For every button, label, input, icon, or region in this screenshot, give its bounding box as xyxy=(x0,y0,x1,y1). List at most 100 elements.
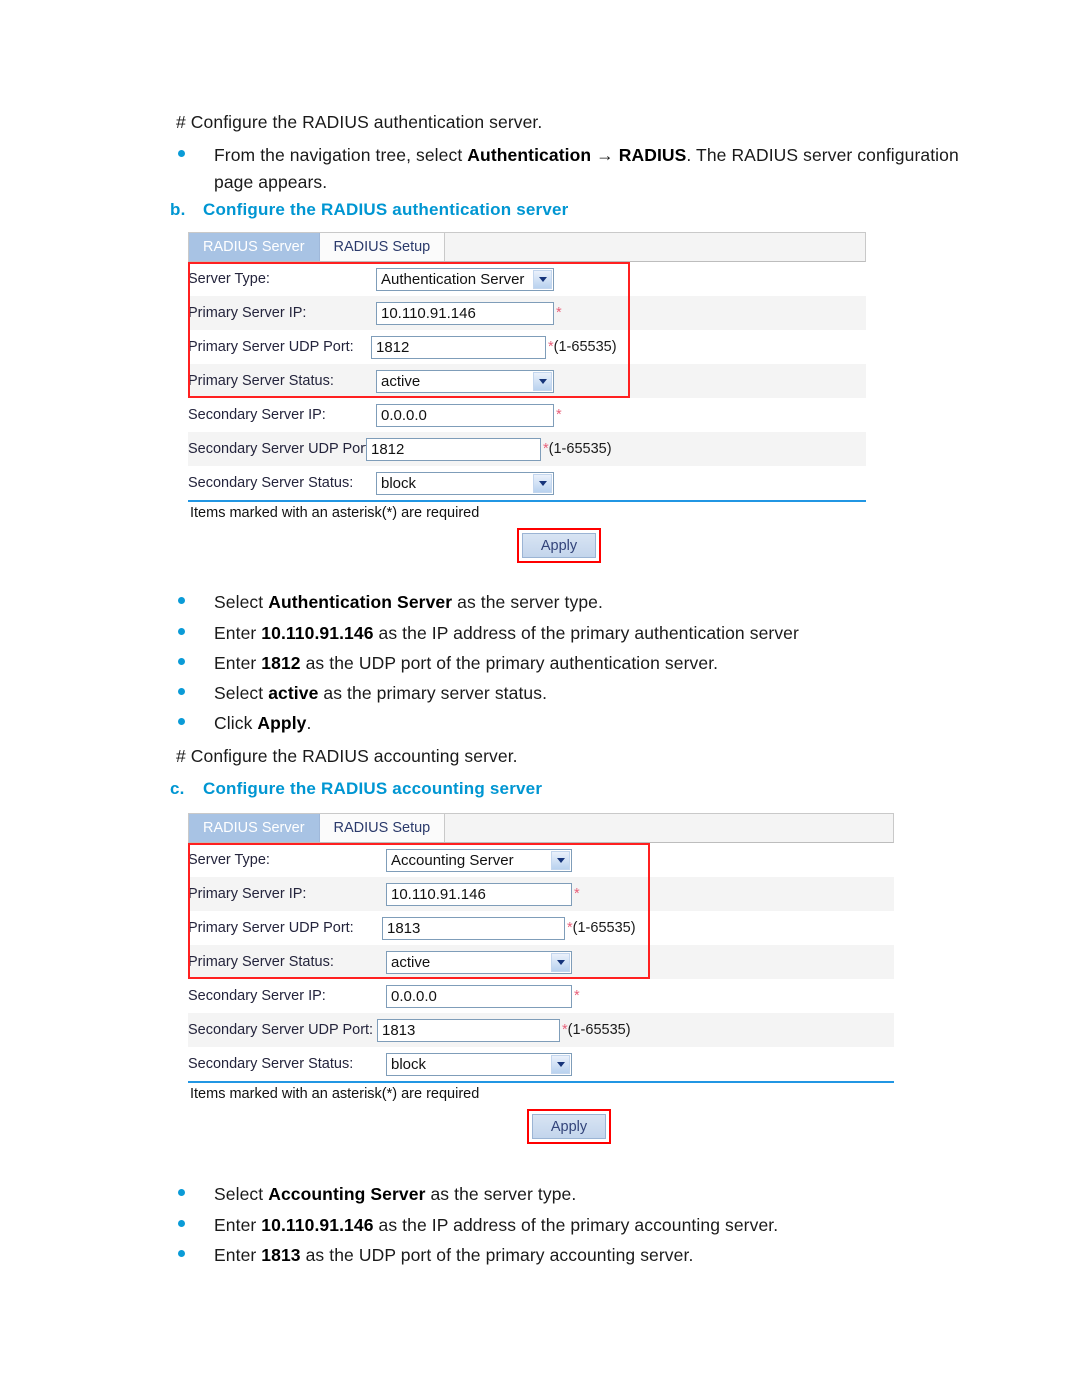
radius-auth-screenshot: RADIUS Server RADIUS Setup Server Type: … xyxy=(188,232,866,563)
acct-step-2-strong: 10.110.91.146 xyxy=(261,1215,374,1235)
acct-step-1-strong: Accounting Server xyxy=(268,1184,426,1204)
label-server-type-auth: Server Type: xyxy=(188,271,270,287)
select-server-type-acct[interactable]: Accounting Server xyxy=(386,848,572,872)
table-row: Primary Server Status: active xyxy=(188,364,866,398)
step-heading-c: c. Configure the RADIUS accounting server xyxy=(170,779,542,799)
tabstrip-filler-auth xyxy=(445,233,865,261)
field-secondary-server-status-acct: block xyxy=(386,1047,894,1081)
select-secondary-server-status-auth[interactable]: block xyxy=(376,471,554,495)
table-row: Secondary Server IP: 0.0.0.0 * xyxy=(188,398,866,432)
input-secondary-server-ip-auth[interactable]: 0.0.0.0 xyxy=(376,403,554,427)
auth-step-2-pre: Enter xyxy=(214,623,262,643)
input-primary-server-udp-port-auth[interactable]: 1812 xyxy=(371,335,546,359)
acct-step-3-post: as the UDP port of the primary accountin… xyxy=(300,1245,694,1265)
chevron-down-icon[interactable] xyxy=(533,371,552,391)
bullet-navigation-text: From the navigation tree, select Authent… xyxy=(214,142,998,196)
field-secondary-server-status-auth: block xyxy=(376,466,866,500)
field-secondary-server-ip-auth: 0.0.0.0 * xyxy=(376,398,866,432)
nav-arrow-icon: → xyxy=(591,145,619,165)
input-secondary-server-udp-port-auth[interactable]: 1812 xyxy=(366,437,541,461)
bullet-dot-icon xyxy=(178,718,185,725)
label-secondary-server-status-auth: Secondary Server Status: xyxy=(188,475,354,491)
table-row: Primary Server IP: 10.110.91.146 * xyxy=(188,877,894,911)
chevron-down-icon[interactable] xyxy=(551,1054,570,1074)
field-primary-server-udp-port-auth: 1812 *(1-65535) xyxy=(371,330,866,364)
required-note-acct: Items marked with an asterisk(*) are req… xyxy=(190,1086,480,1102)
bullet-acct-step-3: Enter 1813 as the UDP port of the primar… xyxy=(178,1242,1008,1269)
bullet-auth-step-3: Enter 1812 as the UDP port of the primar… xyxy=(178,650,1008,677)
intro-line-acct: # Configure the RADIUS accounting server… xyxy=(176,746,518,766)
label-primary-server-udp-port-auth: Primary Server UDP Port: xyxy=(188,339,354,355)
apply-button-auth[interactable]: Apply xyxy=(522,533,596,558)
auth-step-2-strong: 10.110.91.146 xyxy=(261,623,374,643)
label-primary-server-ip-acct: Primary Server IP: xyxy=(188,877,386,911)
bullet-navigation: From the navigation tree, select Authent… xyxy=(178,142,998,196)
auth-step-4-pre: Select xyxy=(214,683,269,703)
field-server-type-auth: Authentication Server xyxy=(376,262,866,296)
acct-step-3-strong: 1813 xyxy=(261,1245,301,1265)
apply-highlight-auth: Apply xyxy=(517,528,601,563)
bullet-dot-icon xyxy=(178,1220,185,1227)
apply-highlight-acct: Apply xyxy=(527,1109,611,1144)
bullet-dot-icon xyxy=(178,688,185,695)
tab-radius-setup-acct[interactable]: RADIUS Setup xyxy=(319,814,446,842)
acct-step-1-pre: Select xyxy=(214,1184,269,1204)
input-secondary-server-udp-port-acct[interactable]: 1813 xyxy=(377,1018,560,1042)
label-secondary-server-status-acct: Secondary Server Status: xyxy=(188,1056,354,1072)
required-asterisk: * xyxy=(574,988,580,1004)
chevron-down-icon[interactable] xyxy=(533,473,552,493)
select-primary-server-status-acct[interactable]: active xyxy=(386,950,572,974)
input-secondary-server-ip-acct[interactable]: 0.0.0.0 xyxy=(386,984,572,1008)
bullet-dot-icon xyxy=(178,150,185,157)
label-primary-server-udp-port-acct: Primary Server UDP Port: xyxy=(188,920,354,936)
hint-secondary-udp-range-auth: *(1-65535) xyxy=(543,441,612,457)
select-primary-server-status-auth[interactable]: active xyxy=(376,369,554,393)
required-asterisk: * xyxy=(556,305,562,321)
chevron-down-icon[interactable] xyxy=(551,952,570,972)
select-primary-server-status-auth-value: active xyxy=(381,372,421,390)
field-secondary-server-udp-port-auth: 1812 *(1-65535) xyxy=(366,432,866,466)
field-server-type-acct: Accounting Server xyxy=(386,843,894,877)
acct-form-table: Server Type: Accounting Server Primary S… xyxy=(188,843,894,1081)
auth-tabstrip: RADIUS Server RADIUS Setup xyxy=(188,232,866,262)
chevron-down-icon[interactable] xyxy=(551,850,570,870)
select-server-type-auth[interactable]: Authentication Server xyxy=(376,267,554,291)
tab-radius-setup-auth[interactable]: RADIUS Setup xyxy=(319,233,446,261)
input-primary-server-udp-port-acct[interactable]: 1813 xyxy=(382,916,565,940)
label-primary-server-status-acct: Primary Server Status: xyxy=(188,945,386,979)
tab-radius-server-acct[interactable]: RADIUS Server xyxy=(189,814,320,842)
auth-step-5-post: . xyxy=(306,713,312,733)
bullet-auth-step-4: Select active as the primary server stat… xyxy=(178,680,1008,707)
acct-step-3-pre: Enter xyxy=(214,1245,262,1265)
tab-radius-server-auth[interactable]: RADIUS Server xyxy=(189,233,320,261)
auth-step-5-strong: Apply xyxy=(257,713,307,733)
nav-bold-radius: RADIUS xyxy=(618,145,687,165)
select-secondary-server-status-acct[interactable]: block xyxy=(386,1052,572,1076)
label-secondary-server-udp-port-auth: Secondary Server UDP Port: xyxy=(188,432,376,466)
chevron-down-icon[interactable] xyxy=(533,269,552,289)
bullet-auth-step-2: Enter 10.110.91.146 as the IP address of… xyxy=(178,620,1008,647)
table-row: Server Type: Accounting Server xyxy=(188,843,894,877)
nav-bold-authentication: Authentication xyxy=(467,145,592,165)
bullet-dot-icon xyxy=(178,658,185,665)
table-row: Secondary Server UDP Port: 1813 *(1-65535… xyxy=(188,1013,894,1047)
auth-step-4-post: as the primary server status. xyxy=(318,683,548,703)
input-primary-server-ip-acct[interactable]: 10.110.91.146 xyxy=(386,882,572,906)
intro-line-auth: # Configure the RADIUS authentication se… xyxy=(176,112,543,132)
bullet-auth-step-5: Click Apply. xyxy=(178,710,1008,737)
auth-step-1-strong: Authentication Server xyxy=(268,592,453,612)
table-row: Secondary Server Status: block xyxy=(188,1047,894,1081)
field-primary-server-ip-auth: 10.110.91.146 * xyxy=(376,296,866,330)
field-primary-server-status-auth: active xyxy=(376,364,866,398)
bullet-auth-step-1: Select Authentication Server as the serv… xyxy=(178,589,1008,616)
step-c-lead: c. xyxy=(170,779,185,798)
field-primary-server-udp-port-acct: 1813 *(1-65535) xyxy=(382,911,894,945)
required-asterisk: * xyxy=(556,407,562,423)
bullet-acct-step-2: Enter 10.110.91.146 as the IP address of… xyxy=(178,1212,1008,1239)
label-primary-server-status-auth: Primary Server Status: xyxy=(188,364,376,398)
input-primary-server-ip-auth[interactable]: 10.110.91.146 xyxy=(376,301,554,325)
apply-button-acct[interactable]: Apply xyxy=(532,1114,606,1139)
auth-step-5-pre: Click xyxy=(214,713,258,733)
auth-step-3-post: as the UDP port of the primary authentic… xyxy=(300,653,719,673)
table-row: Primary Server UDP Port: 1813 *(1-65535) xyxy=(188,911,894,945)
